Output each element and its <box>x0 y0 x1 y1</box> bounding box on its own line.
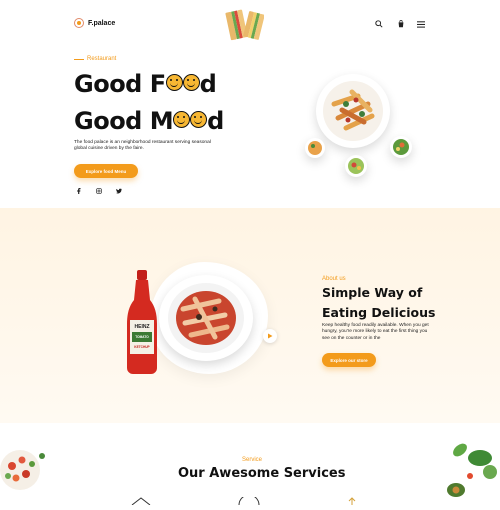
brand-name: F.palace <box>88 19 116 27</box>
about-description: Keep healthy food readily available. Whe… <box>322 323 429 341</box>
smiley-icon <box>165 74 183 91</box>
service-icon <box>130 492 152 506</box>
pasta-bowl-image <box>159 275 253 361</box>
hero-title-2b: d <box>207 107 224 135</box>
explore-store-button[interactable]: Explore our store <box>322 353 376 367</box>
twitter-icon[interactable] <box>116 188 122 196</box>
logo-icon <box>74 18 84 28</box>
about-tag: About us <box>322 276 346 282</box>
brand-logo[interactable]: F.palace <box>74 18 115 28</box>
explore-menu-button[interactable]: Explore food Menu <box>74 164 138 178</box>
service-icon <box>238 492 260 506</box>
instagram-icon[interactable] <box>96 188 102 196</box>
menu-icon[interactable] <box>416 19 426 29</box>
hero-title-1b: d <box>199 70 217 98</box>
ketchup-label: HEINZ <box>135 324 150 330</box>
ketchup-label: TOMATO <box>135 335 149 339</box>
about-title-line-2: Eating Delicious <box>322 305 436 320</box>
side-dish-image <box>390 136 412 158</box>
hero-tag-text: Restaurant <box>87 56 117 62</box>
side-dish-image <box>345 155 367 177</box>
tag-line <box>74 58 84 60</box>
ketchup-label: KETCHUP <box>134 345 150 349</box>
vegetables-image <box>440 436 500 500</box>
hero-title-2a: Good M <box>74 107 174 135</box>
about-tag-text: About us <box>322 276 346 282</box>
play-button[interactable] <box>263 329 277 343</box>
service-icon <box>346 492 358 505</box>
services-title: Our Awesome Services <box>178 466 346 481</box>
sandwich-logo-image <box>225 9 264 41</box>
hero-title-line-1: Good F d <box>74 70 217 98</box>
play-icon <box>268 333 273 339</box>
smiley-icon <box>190 111 208 128</box>
about-title-line-1: Simple Way of <box>322 285 423 300</box>
ketchup-bottle-image: HEINZ TOMATO KETCHUP <box>126 270 158 376</box>
hero-tag: Restaurant <box>74 56 116 62</box>
search-icon[interactable] <box>374 19 384 29</box>
hero-title-1a: Good F <box>74 70 166 98</box>
smiley-icon <box>173 111 191 128</box>
hero-title-line-2: Good M d <box>74 109 224 133</box>
pasta-plate-image <box>316 74 390 148</box>
hero-description: The food palace is an neighborhood resta… <box>74 140 211 152</box>
services-tag: Service <box>242 457 262 463</box>
salad-plate-image <box>0 446 48 490</box>
smiley-icon <box>182 74 200 91</box>
facebook-icon[interactable] <box>76 188 82 196</box>
side-dish-image <box>305 138 325 158</box>
services-tag-text: Service <box>242 457 263 463</box>
cart-icon[interactable] <box>396 19 406 29</box>
